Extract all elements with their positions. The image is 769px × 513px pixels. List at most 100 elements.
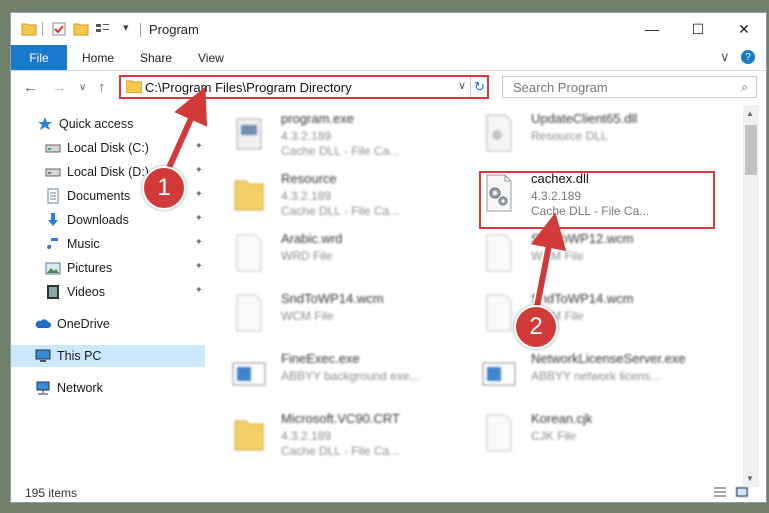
cloud-icon — [35, 316, 51, 332]
list-item[interactable]: FineExec.exe ABBYY background exe... — [207, 345, 447, 401]
file-name: SndToWP14.wcm — [531, 291, 634, 306]
file-name: SndToWP12.wcm — [531, 231, 634, 246]
drive-icon — [45, 140, 61, 156]
callout-2: 2 — [514, 305, 558, 349]
music-icon — [45, 236, 61, 252]
file-version: 4.3.2.189 — [281, 429, 332, 443]
list-item[interactable]: Resource 4.3.2.189 Cache DLL - File Ca..… — [207, 165, 447, 221]
sidebar-item-this-pc[interactable]: This PC — [11, 345, 205, 367]
properties-icon[interactable] — [51, 21, 67, 37]
tab-view[interactable]: View — [198, 51, 224, 65]
callout-1: 1 — [142, 166, 186, 210]
app-icon — [482, 362, 516, 386]
file-type: WRD File — [281, 249, 333, 263]
sidebar-item-label: Network — [57, 381, 103, 395]
list-item[interactable]: Arabic.wrd WRD File — [207, 225, 447, 281]
sidebar-item-quick-access[interactable]: Quick access — [11, 113, 205, 135]
list-item[interactable]: program.exe 4.3.2.189 Cache DLL - File C… — [207, 105, 447, 161]
sidebar-item-music[interactable]: Music ✦ — [11, 233, 205, 255]
sidebar-item-onedrive[interactable]: OneDrive — [11, 313, 205, 335]
file-name: NetworkLicenseServer.exe — [531, 351, 686, 366]
drive-icon — [45, 164, 61, 180]
explorer-window: ▾ Program — ☐ ✕ File Home Share View ∨ ?… — [10, 12, 767, 503]
pictures-icon — [45, 260, 61, 276]
up-button[interactable]: ↑ — [98, 79, 106, 96]
tab-file[interactable]: File — [11, 45, 67, 70]
pin-icon: ✦ — [194, 213, 203, 224]
file-list: program.exe 4.3.2.189 Cache DLL - File C… — [207, 105, 743, 465]
blank-file-icon — [486, 414, 512, 452]
minimize-button[interactable]: — — [629, 13, 675, 45]
list-item[interactable]: SndToWP12.wcm WCM File — [457, 225, 697, 281]
sidebar-item-label: Documents — [67, 189, 131, 203]
address-path[interactable]: C:\Program Files\Program Directory — [145, 80, 352, 95]
pin-icon: ✦ — [194, 141, 203, 152]
search-input[interactable]: Search Program — [513, 80, 608, 95]
search-box[interactable]: Search Program ⌕ — [502, 76, 757, 98]
folder-icon — [126, 80, 142, 93]
exe-icon — [236, 118, 262, 150]
scroll-up-icon[interactable]: ▲ — [746, 109, 754, 118]
sidebar-item-downloads[interactable]: Downloads ✦ — [11, 209, 205, 231]
pin-icon: ✦ — [194, 165, 203, 176]
file-type: ABBYY network licens... — [531, 369, 661, 383]
back-button[interactable]: ← — [23, 79, 38, 96]
file-name: Korean.cjk — [531, 411, 593, 426]
sidebar-item-label: Pictures — [67, 261, 113, 275]
download-icon — [45, 212, 61, 228]
details-view-icon[interactable] — [713, 486, 727, 498]
recent-locations-button[interactable]: ∨ — [79, 82, 86, 93]
sidebar-item-pictures[interactable]: Pictures ✦ — [11, 257, 205, 279]
ribbon-collapse-icon[interactable]: ∨ — [720, 49, 730, 65]
file-version: 4.3.2.189 — [281, 189, 332, 203]
tab-home[interactable]: Home — [82, 51, 114, 65]
address-dropdown-icon[interactable]: ∨ — [458, 79, 466, 92]
sidebar-item-label: Downloads — [67, 213, 129, 227]
sidebar-item-label: This PC — [57, 349, 102, 363]
status-bar: 195 items — [11, 481, 766, 502]
list-item[interactable]: UpdateClient65.dll Resource DLL — [457, 105, 697, 161]
file-name: program.exe — [281, 111, 354, 126]
file-name: Arabic.wrd — [281, 231, 343, 246]
list-item[interactable]: Microsoft.VC90.CRT 4.3.2.189 Cache DLL -… — [207, 405, 447, 461]
vertical-scrollbar[interactable]: ▲ ▼ — [743, 105, 759, 487]
pin-icon: ✦ — [194, 237, 203, 248]
sidebar-item-label: Local Disk (C:) — [67, 141, 149, 155]
qa-dropdown-icon[interactable]: ▾ — [123, 21, 129, 34]
sidebar-item-local-disk-c[interactable]: Local Disk (C:) ✦ — [11, 137, 205, 159]
pin-icon: ✦ — [194, 189, 203, 200]
sidebar-item-label: Music — [67, 237, 100, 251]
pin-icon: ✦ — [194, 285, 203, 296]
file-type: ABBYY background exe... — [281, 369, 420, 383]
computer-icon — [35, 348, 51, 364]
item-count: 195 items — [25, 486, 78, 500]
list-item[interactable]: Korean.cjk CJK File — [457, 405, 697, 461]
tab-share[interactable]: Share — [140, 51, 172, 65]
address-bar[interactable]: C:\Program Files\Program Directory ∨ ↻ — [119, 75, 489, 99]
customize-qa-icon[interactable] — [95, 21, 111, 37]
close-button[interactable]: ✕ — [721, 13, 766, 45]
folder-icon[interactable] — [21, 21, 37, 37]
navigation-pane: Quick access Local Disk (C:) ✦ Local Dis… — [11, 113, 205, 463]
large-icons-view-icon[interactable] — [735, 486, 749, 498]
list-item[interactable]: SndToWP14.wcm WCM File — [457, 285, 697, 341]
sidebar-item-label: Quick access — [59, 117, 134, 131]
scrollbar-thumb[interactable] — [745, 125, 757, 175]
sidebar-item-network[interactable]: Network — [11, 377, 205, 399]
documents-icon — [45, 188, 61, 204]
refresh-button[interactable]: ↻ — [470, 77, 488, 97]
sidebar-item-videos[interactable]: Videos ✦ — [11, 281, 205, 303]
list-item[interactable]: SndToWP14.wcm WCM File — [207, 285, 447, 341]
list-item[interactable]: NetworkLicenseServer.exe ABBYY network l… — [457, 345, 697, 401]
sidebar-item-label: OneDrive — [57, 317, 110, 331]
forward-button[interactable]: → — [52, 79, 67, 96]
new-folder-icon[interactable] — [73, 21, 89, 37]
blank-file-icon — [236, 234, 262, 272]
star-icon — [37, 116, 53, 132]
dll-icon — [486, 114, 512, 152]
help-icon[interactable]: ? — [741, 50, 755, 64]
maximize-button[interactable]: ☐ — [675, 13, 721, 45]
search-icon[interactable]: ⌕ — [741, 80, 748, 95]
file-type: Cache DLL - File Ca... — [281, 144, 400, 158]
sidebar-item-label: Local Disk (D:) — [67, 165, 149, 179]
